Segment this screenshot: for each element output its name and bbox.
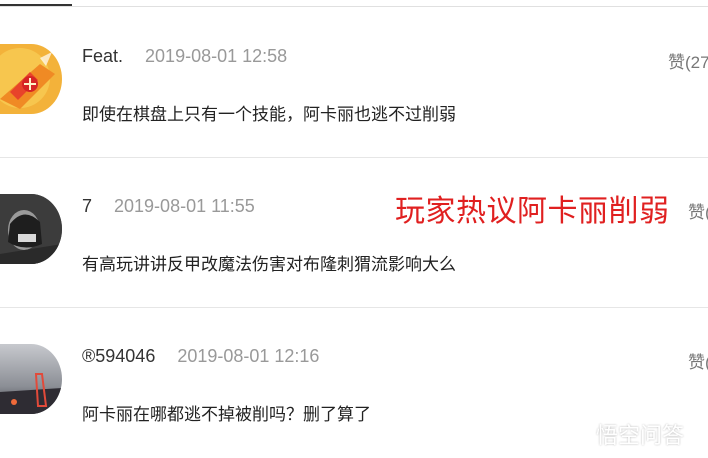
- like-button[interactable]: 赞(: [688, 348, 708, 373]
- wukong-logo-icon: [566, 424, 592, 450]
- avatar[interactable]: [0, 194, 62, 264]
- username[interactable]: 7: [82, 196, 92, 216]
- comment-meta: ®594046 2019-08-01 12:16: [82, 346, 319, 370]
- like-button[interactable]: 赞(: [688, 198, 708, 223]
- watermark-text: 悟空问答: [596, 423, 685, 448]
- username[interactable]: ®594046: [82, 346, 155, 366]
- avatar[interactable]: [0, 344, 62, 414]
- top-divider: [0, 6, 708, 7]
- comment-text: 阿卡丽在哪都逃不掉被削吗？删了算了: [82, 405, 371, 424]
- watermark: 悟空问答: [566, 418, 685, 448]
- comment-meta: Feat. 2019-08-01 12:58: [82, 46, 287, 70]
- timestamp: 2019-08-01 12:58: [145, 46, 288, 66]
- timestamp: 2019-08-01 11:55: [114, 196, 255, 216]
- comment-text: 即使在棋盘上只有一个技能，阿卡丽也逃不过削弱: [82, 105, 456, 124]
- comment-meta: 7 2019-08-01 11:55: [82, 196, 255, 220]
- like-button[interactable]: 赞(27: [668, 48, 708, 73]
- timestamp: 2019-08-01 12:16: [177, 346, 320, 366]
- comment-item: Feat. 2019-08-01 12:58 赞(27 即使在棋盘上只有一个技能，…: [0, 8, 708, 158]
- overlay-caption: 玩家热议阿卡丽削弱: [395, 195, 670, 228]
- comment-text: 有高玩讲讲反甲改魔法伤害对布隆刺猬流影响大么: [82, 255, 456, 274]
- comment-item: 7 2019-08-01 11:55 赞( 有高玩讲讲反甲改魔法伤害对布隆刺猬流影…: [0, 158, 708, 308]
- avatar[interactable]: [0, 44, 62, 114]
- username[interactable]: Feat.: [82, 46, 123, 66]
